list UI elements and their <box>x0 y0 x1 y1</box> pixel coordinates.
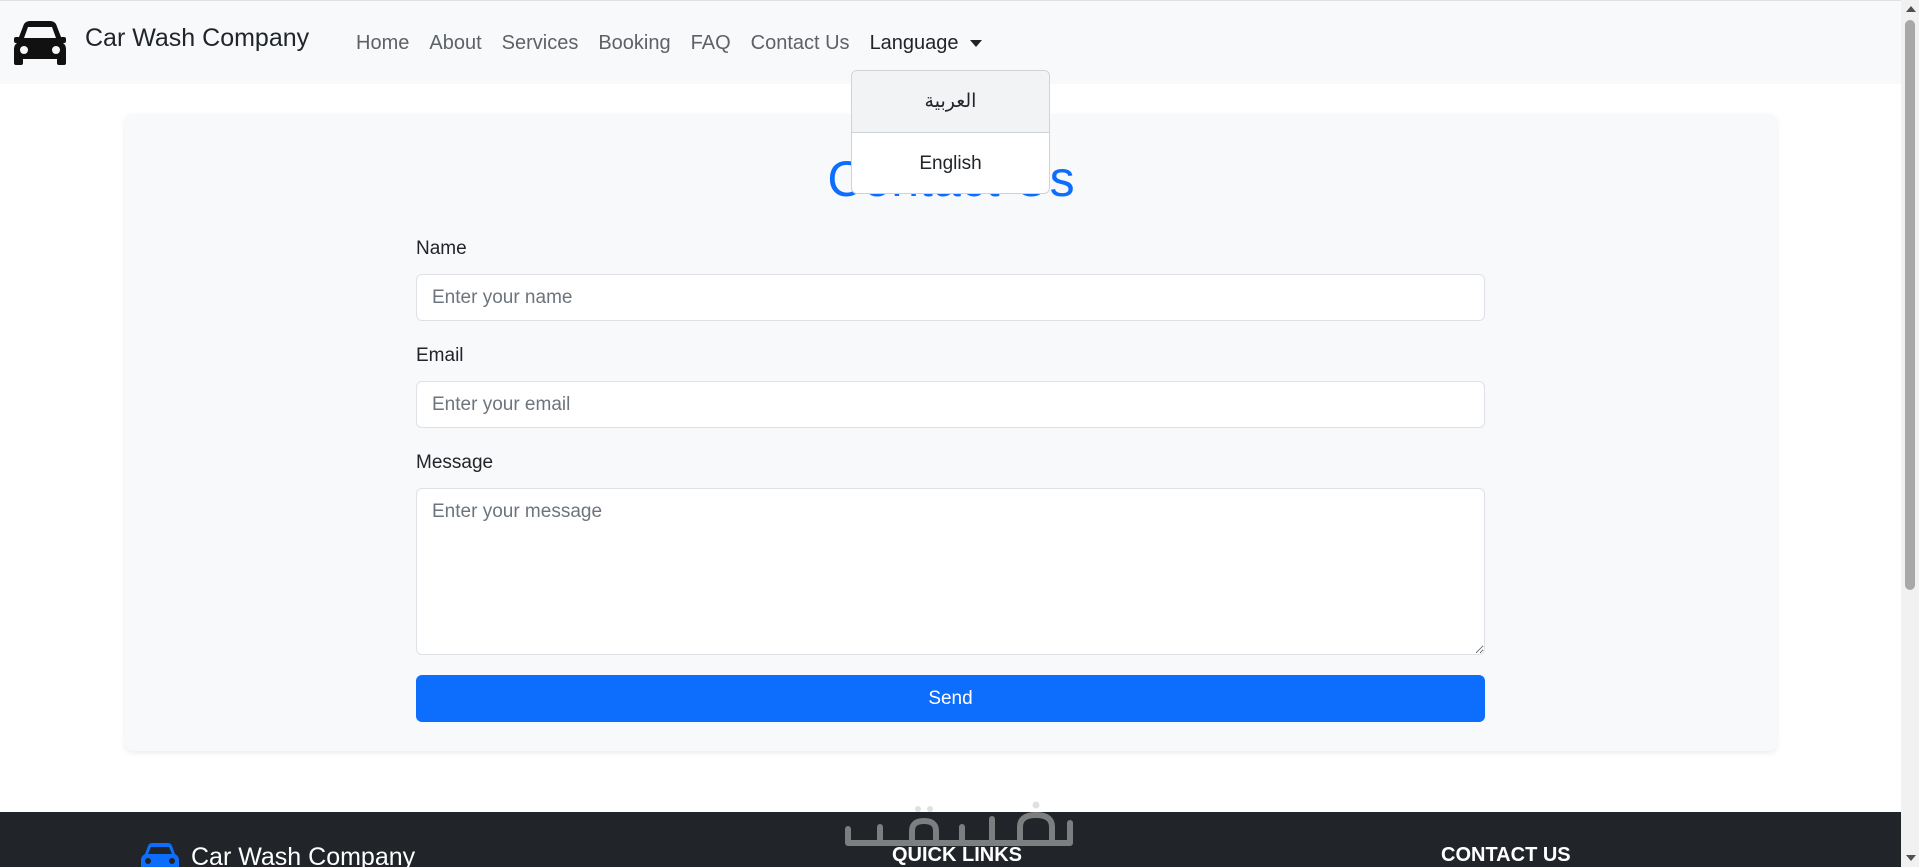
page-scrollbar[interactable] <box>1901 0 1919 867</box>
name-input[interactable] <box>416 274 1485 321</box>
brand-name[interactable]: Car Wash Company <box>85 24 309 53</box>
footer-contact-heading: CONTACT US <box>1441 844 1571 866</box>
scrollbar-thumb[interactable] <box>1905 20 1915 590</box>
nav-link-contact[interactable]: Contact Us <box>751 32 850 55</box>
footer-brand-name: Car Wash Company <box>191 842 416 867</box>
language-dropdown-toggle[interactable]: Language <box>870 32 982 55</box>
footer-brand[interactable]: Car Wash Company <box>140 842 415 867</box>
language-dropdown-menu: العربية English <box>851 70 1050 194</box>
nav-link-home[interactable]: Home <box>356 32 409 55</box>
car-icon <box>141 843 179 867</box>
email-label: Email <box>416 345 464 366</box>
contact-card: Contact Us Name Email Message Send <box>125 114 1777 751</box>
watermark-logo <box>845 801 1073 846</box>
send-button[interactable]: Send <box>416 675 1485 722</box>
message-textarea[interactable] <box>416 488 1485 655</box>
email-input[interactable] <box>416 381 1485 428</box>
nav-link-about[interactable]: About <box>429 32 481 55</box>
language-option-english[interactable]: English <box>852 133 1049 193</box>
message-label: Message <box>416 452 494 473</box>
nav-link-services[interactable]: Services <box>502 32 579 55</box>
scroll-down-arrow-icon[interactable] <box>1906 855 1916 861</box>
nav-links: Home About Services Booking FAQ Contact … <box>356 32 1002 55</box>
language-label: Language <box>869 32 959 54</box>
car-icon[interactable] <box>13 20 67 66</box>
scroll-up-arrow-icon[interactable] <box>1906 6 1916 12</box>
nav-link-booking[interactable]: Booking <box>598 32 670 55</box>
nav-link-faq[interactable]: FAQ <box>691 32 731 55</box>
name-label: Name <box>416 238 467 259</box>
caret-down-icon <box>969 40 982 47</box>
language-option-arabic[interactable]: العربية <box>852 71 1049 132</box>
